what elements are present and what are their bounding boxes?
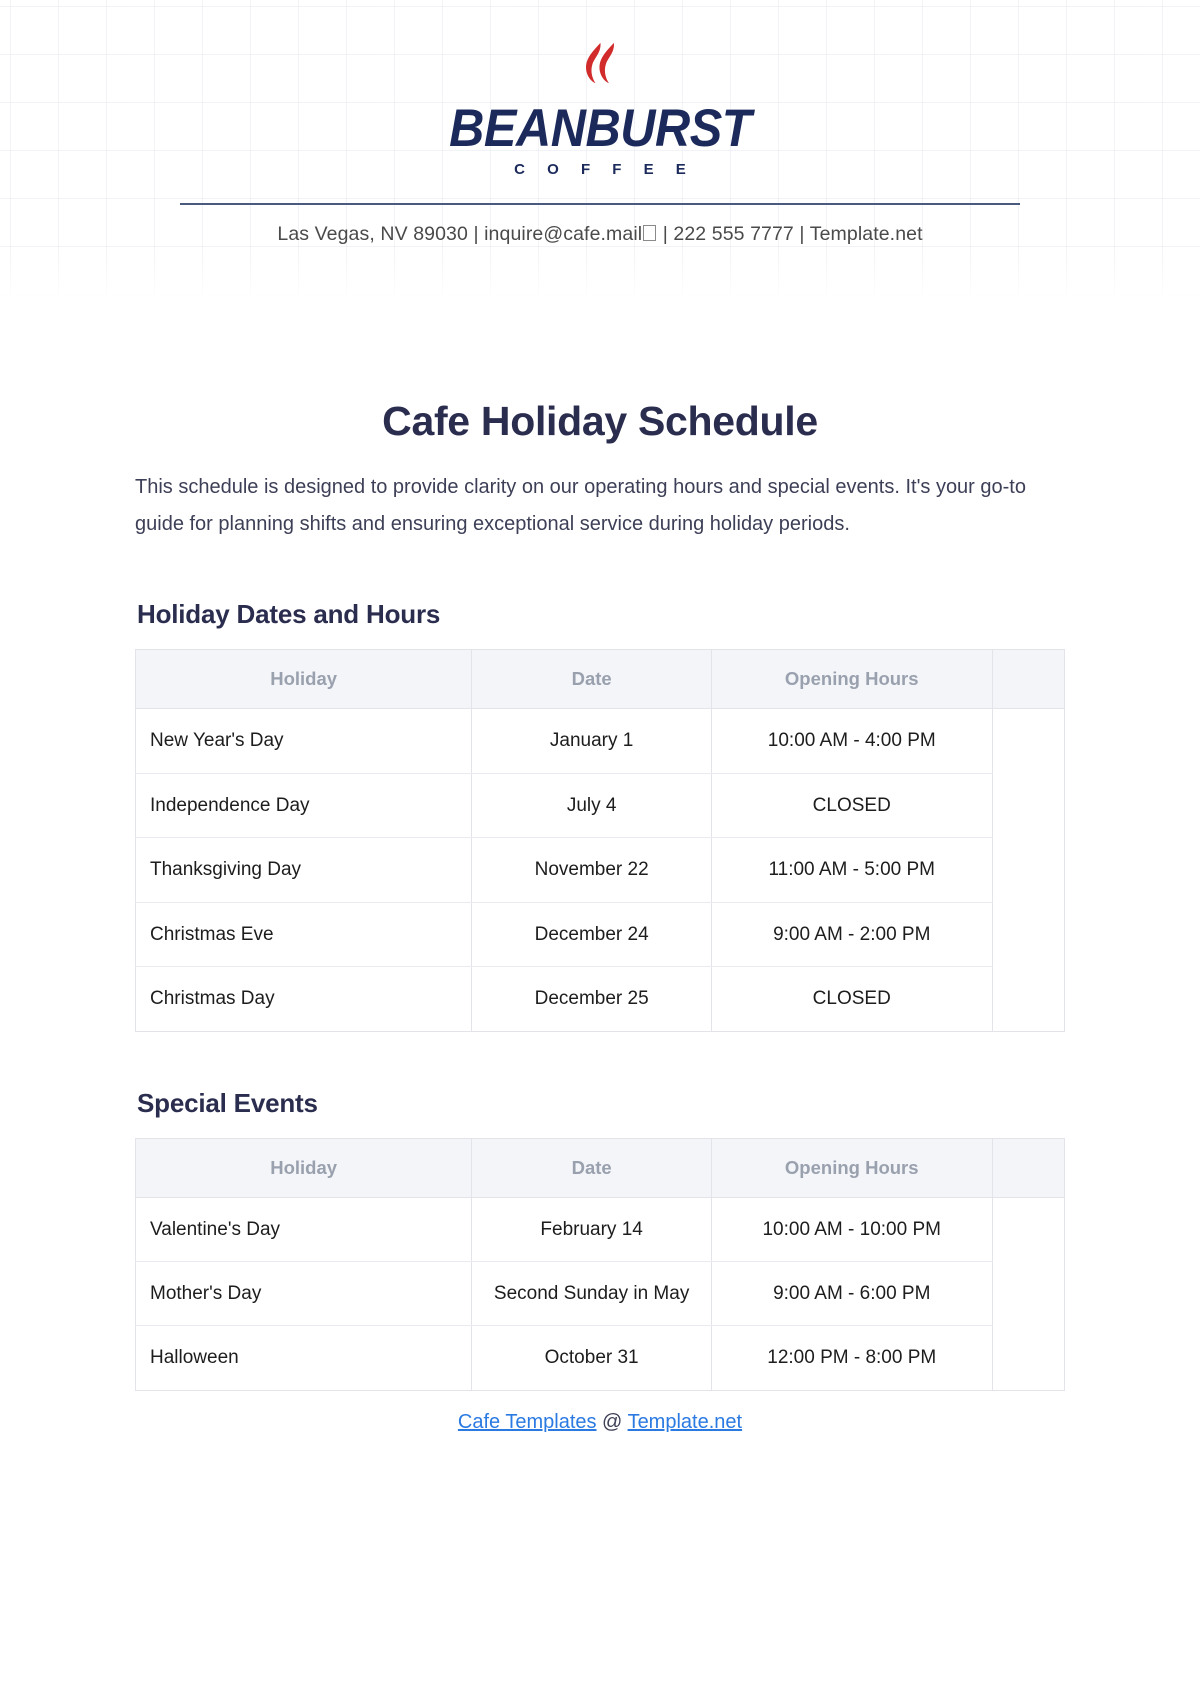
table-header-row: Holiday Date Opening Hours <box>135 1138 1065 1198</box>
header-divider <box>180 203 1020 206</box>
contact-address: Las Vegas, NV 89030 <box>277 223 468 246</box>
cell-date: Second Sunday in May <box>471 1261 712 1327</box>
cell-date: February 14 <box>471 1197 712 1263</box>
cell-hours: CLOSED <box>711 773 993 839</box>
cell-spacer <box>992 773 1064 837</box>
cell-date: December 24 <box>471 902 712 968</box>
contact-website: Template.net <box>809 223 923 246</box>
contact-separator-3: | <box>793 223 810 246</box>
contact-separator-1: | <box>467 223 485 246</box>
table-header-row: Holiday Date Opening Hours <box>135 649 1065 710</box>
intro-paragraph: This schedule is designed to provide cla… <box>135 476 1026 536</box>
table-row: New Year's Day January 1 10:00 AM - 4:00… <box>135 708 1065 774</box>
table-row: Independence Day July 4 CLOSED <box>135 773 1065 839</box>
section-heading-holiday-dates: Holiday Dates and Hours <box>137 599 441 630</box>
table-row: Valentine's Day February 14 10:00 AM - 1… <box>135 1197 1065 1263</box>
column-header-holiday: Holiday <box>135 649 473 710</box>
missing-glyph-icon <box>643 225 657 242</box>
cell-hours: CLOSED <box>711 966 993 1032</box>
cell-hours: 11:00 AM - 5:00 PM <box>711 837 993 903</box>
cell-hours: 10:00 AM - 10:00 PM <box>711 1197 993 1263</box>
holiday-dates-table: Holiday Date Opening Hours New Year's Da… <box>135 649 1065 1032</box>
column-header-spacer <box>992 1138 1065 1198</box>
table-row: Thanksgiving Day November 22 11:00 AM - … <box>135 837 1065 903</box>
table-row: Christmas Day December 25 CLOSED <box>135 966 1065 1032</box>
cell-hours: 12:00 PM - 8:00 PM <box>711 1325 993 1391</box>
cell-spacer <box>992 967 1064 1031</box>
cell-holiday: Christmas Day <box>135 966 473 1032</box>
brand-tagline: C O F F E E <box>514 161 695 179</box>
contact-info: Las Vegas, NV 89030 | inquire@cafe.mail … <box>0 223 1200 246</box>
footer-separator: @ <box>596 1410 628 1433</box>
cell-hours: 10:00 AM - 4:00 PM <box>711 708 993 774</box>
column-header-holiday: Holiday <box>135 1138 473 1198</box>
brand-name: BEANBURST <box>449 99 751 158</box>
cell-date: November 22 <box>471 837 712 903</box>
flame-icon <box>585 42 614 84</box>
document-body: Cafe Holiday Schedule This schedule is d… <box>135 246 1065 1434</box>
contact-phone: 222 555 7777 <box>673 223 794 246</box>
footer-credit: Cafe Templates @ Template.net <box>135 1411 1065 1434</box>
table-row: Christmas Eve December 24 9:00 AM - 2:00… <box>135 902 1065 968</box>
cell-spacer <box>992 1326 1064 1390</box>
table-row: Mother's Day Second Sunday in May 9:00 A… <box>135 1261 1065 1327</box>
cell-date: October 31 <box>471 1325 712 1391</box>
table-row: Halloween October 31 12:00 PM - 8:00 PM <box>135 1325 1065 1391</box>
cell-holiday: Valentine's Day <box>135 1197 473 1263</box>
special-events-table: Holiday Date Opening Hours Valentine's D… <box>135 1137 1065 1391</box>
cell-holiday: Christmas Eve <box>135 902 473 968</box>
cell-hours: 9:00 AM - 6:00 PM <box>711 1261 993 1327</box>
template-net-link[interactable]: Template.net <box>628 1411 743 1433</box>
cell-spacer <box>992 709 1064 773</box>
cell-holiday: Thanksgiving Day <box>135 837 473 903</box>
cell-date: January 1 <box>471 708 712 774</box>
document-header: BEANBURST C O F F E E Las Vegas, NV 8903… <box>0 0 1200 246</box>
brand-logo: BEANBURST C O F F E E <box>436 42 764 177</box>
cell-spacer <box>992 1262 1064 1326</box>
cell-spacer <box>992 838 1064 902</box>
cell-hours: 9:00 AM - 2:00 PM <box>711 902 993 968</box>
cafe-templates-link[interactable]: Cafe Templates <box>458 1411 597 1433</box>
column-header-opening-hours: Opening Hours <box>711 1138 993 1198</box>
cell-date: December 25 <box>471 966 712 1032</box>
cell-holiday: Halloween <box>135 1325 473 1391</box>
cell-date: July 4 <box>471 773 712 839</box>
cell-spacer <box>992 1197 1064 1261</box>
cell-spacer <box>992 902 1064 966</box>
contact-separator-2: | <box>657 223 674 246</box>
cell-holiday: Mother's Day <box>135 1261 473 1327</box>
column-header-opening-hours: Opening Hours <box>711 649 993 710</box>
contact-email: inquire@cafe.mail <box>484 223 643 246</box>
section-heading-special-events: Special Events <box>137 1087 318 1118</box>
cell-holiday: New Year's Day <box>135 708 473 774</box>
column-header-date: Date <box>471 1138 712 1198</box>
cell-holiday: Independence Day <box>135 773 473 839</box>
page-title: Cafe Holiday Schedule <box>382 398 818 445</box>
column-header-spacer <box>992 649 1065 710</box>
column-header-date: Date <box>471 649 712 710</box>
